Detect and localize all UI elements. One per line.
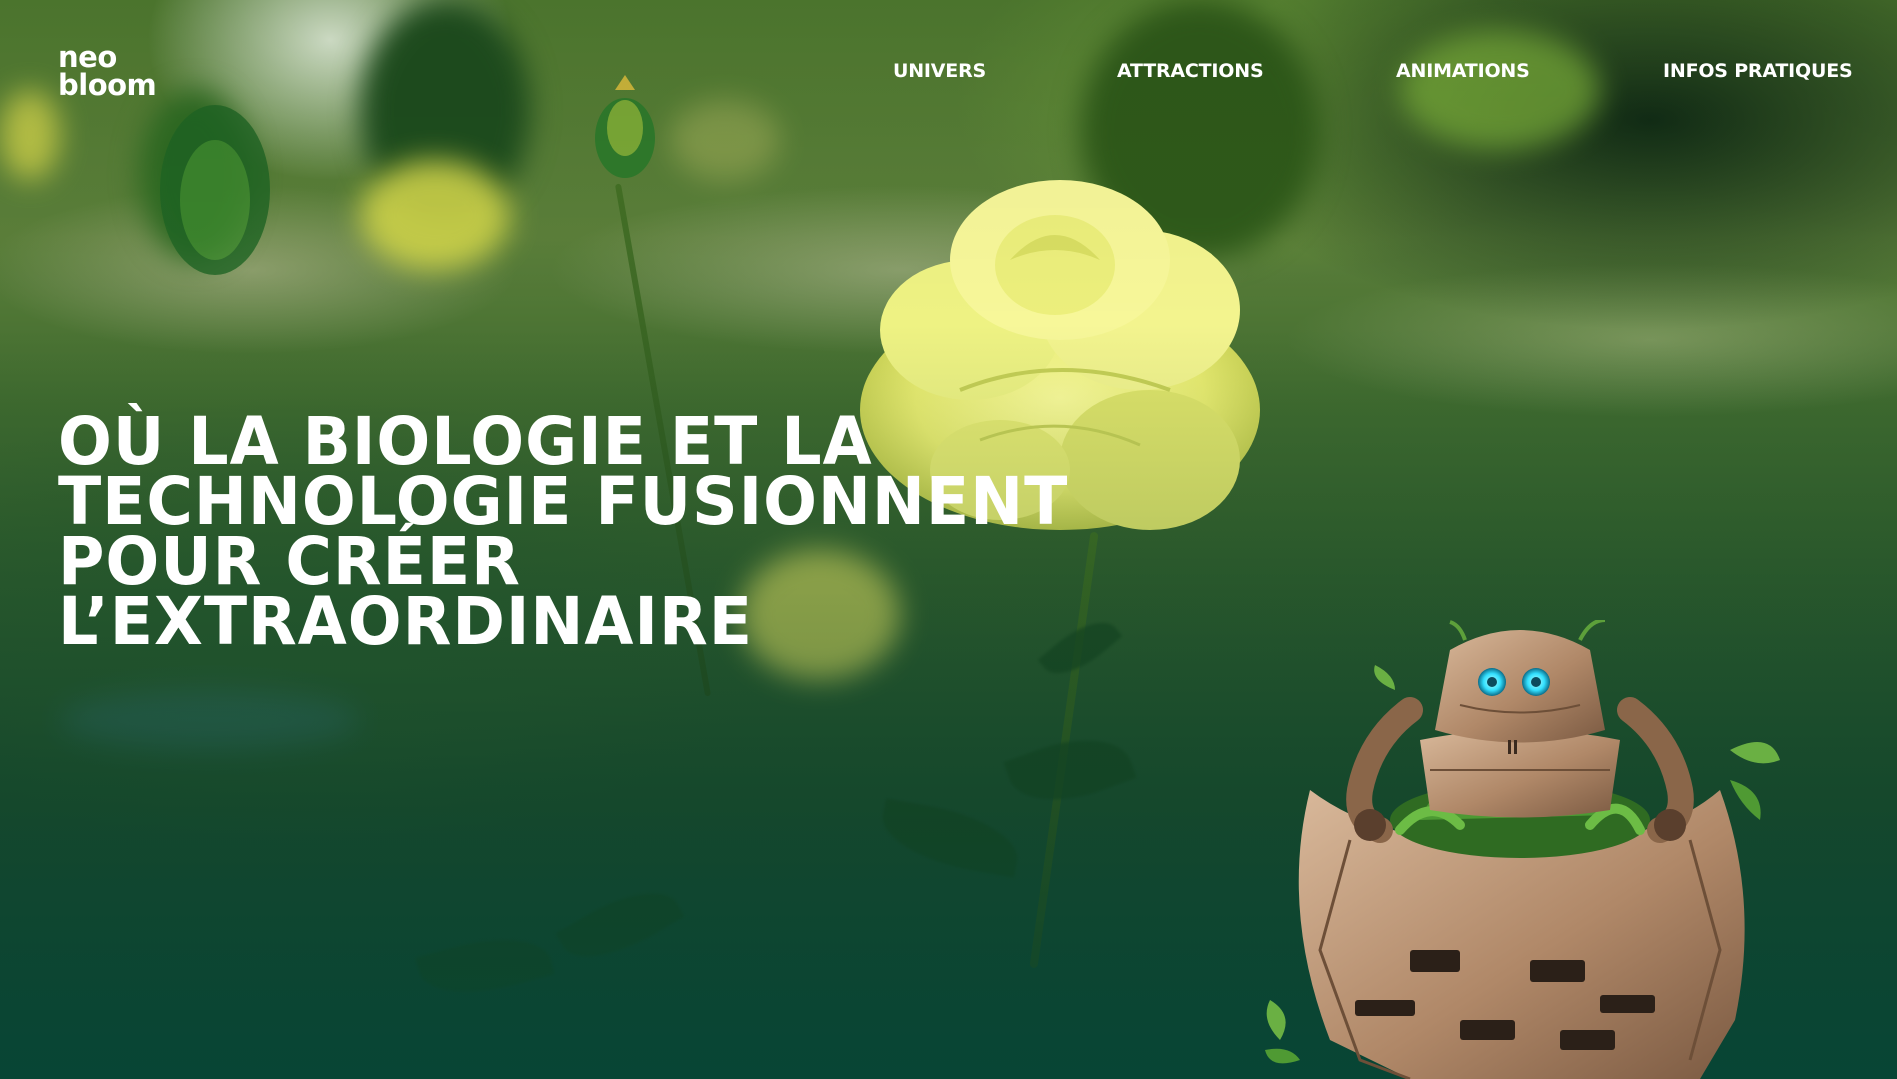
nav-item-univers[interactable]: UNIVERS	[893, 60, 986, 82]
nav-item-attractions[interactable]: ATTRACTIONS	[1117, 60, 1264, 82]
nav-item-infos-pratiques[interactable]: INFOS PRATIQUES	[1663, 60, 1853, 82]
nav-item-animations[interactable]: ANIMATIONS	[1396, 60, 1530, 82]
neobloom-logo[interactable]: neo bloom	[58, 40, 186, 106]
plant-robot-mascot-icon	[1265, 620, 1780, 1079]
hero-page: neo bloom UNIVERS ATTRACTIONS ANIMATIONS…	[0, 0, 1897, 1079]
hero-headline: OÙ LA BIOLOGIE ET LA TECHNOLOGIE FUSIONN…	[58, 403, 1069, 660]
logo-text-bottom: bloom	[58, 68, 157, 102]
logo-text-top: neo	[58, 40, 117, 74]
